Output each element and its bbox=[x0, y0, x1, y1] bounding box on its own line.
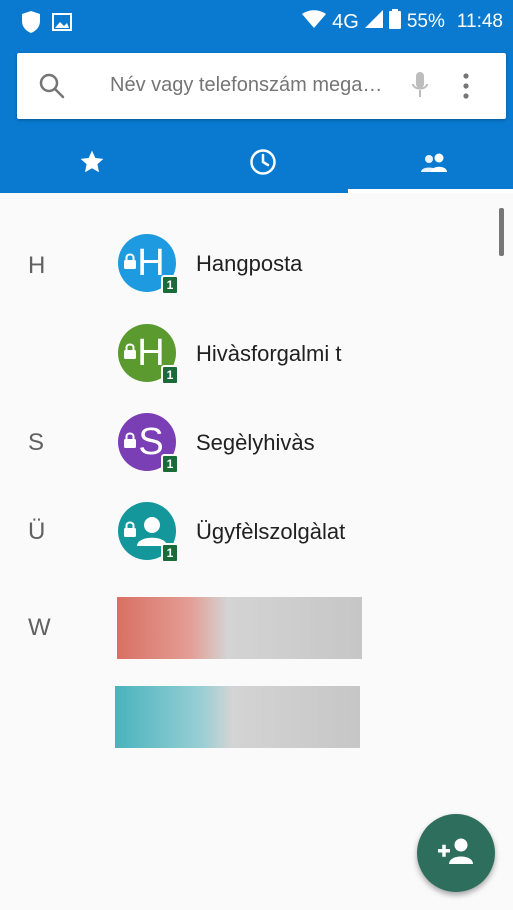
contact-name: Hangposta bbox=[196, 251, 303, 276]
tab-favorites[interactable] bbox=[6, 135, 177, 193]
section-header-w: W bbox=[28, 614, 51, 641]
mic-icon[interactable] bbox=[410, 71, 430, 106]
tab-contacts[interactable] bbox=[348, 135, 513, 193]
lock-icon bbox=[123, 521, 137, 542]
star-icon bbox=[79, 149, 105, 180]
people-icon bbox=[420, 152, 448, 177]
section-header-s: S bbox=[28, 429, 45, 456]
more-vert-icon[interactable] bbox=[462, 72, 470, 105]
contact-list[interactable]: H S Ü W H 1 Hangposta H 1 Hivàsforgalmi … bbox=[0, 193, 513, 910]
clock-icon bbox=[249, 148, 277, 181]
search-input[interactable]: Név vagy telefonszám megad… bbox=[110, 74, 392, 97]
lock-icon bbox=[123, 343, 137, 364]
sim-badge: 1 bbox=[161, 454, 179, 474]
wifi-icon bbox=[302, 10, 327, 34]
sim-badge: 1 bbox=[161, 365, 179, 385]
network-type: 4G bbox=[332, 10, 359, 33]
app-header: 4G 55% 11:48 Név vagy telefonszám megad… bbox=[0, 0, 513, 193]
lock-icon bbox=[123, 432, 137, 453]
sim-badge: 1 bbox=[161, 543, 179, 563]
avatar: H 1 bbox=[118, 324, 179, 385]
clock-time: 11:48 bbox=[456, 11, 503, 32]
contact-name: Ügyfèlszolgàlat bbox=[196, 519, 346, 544]
tab-recents[interactable] bbox=[177, 135, 348, 193]
section-header-h: H bbox=[28, 252, 46, 279]
search-icon[interactable] bbox=[39, 73, 65, 104]
avatar: H 1 bbox=[118, 234, 179, 295]
avatar-letter: S bbox=[138, 420, 164, 463]
redacted-contact[interactable] bbox=[117, 597, 362, 659]
signal-icon bbox=[364, 10, 383, 34]
shield-icon bbox=[22, 11, 40, 38]
contact-name: Hivàsforgalmi t bbox=[196, 341, 342, 366]
section-header-u: Ü bbox=[28, 518, 46, 545]
redacted-contact[interactable] bbox=[115, 686, 360, 748]
add-contact-button[interactable] bbox=[417, 814, 495, 892]
gallery-icon bbox=[52, 13, 72, 36]
search-bar[interactable]: Név vagy telefonszám megad… bbox=[17, 53, 506, 119]
scrollbar[interactable] bbox=[499, 208, 504, 256]
tab-bar bbox=[0, 135, 513, 193]
battery-icon bbox=[388, 9, 401, 35]
battery-percent: 55% bbox=[406, 11, 445, 32]
lock-icon bbox=[123, 253, 137, 274]
sim-badge: 1 bbox=[161, 275, 179, 295]
status-bar: 4G 55% 11:48 bbox=[0, 0, 513, 44]
add-contact-icon bbox=[438, 838, 474, 869]
avatar: 1 bbox=[118, 502, 179, 563]
contact-name: Segèlyhivàs bbox=[196, 430, 315, 455]
avatar: S 1 bbox=[118, 413, 179, 474]
